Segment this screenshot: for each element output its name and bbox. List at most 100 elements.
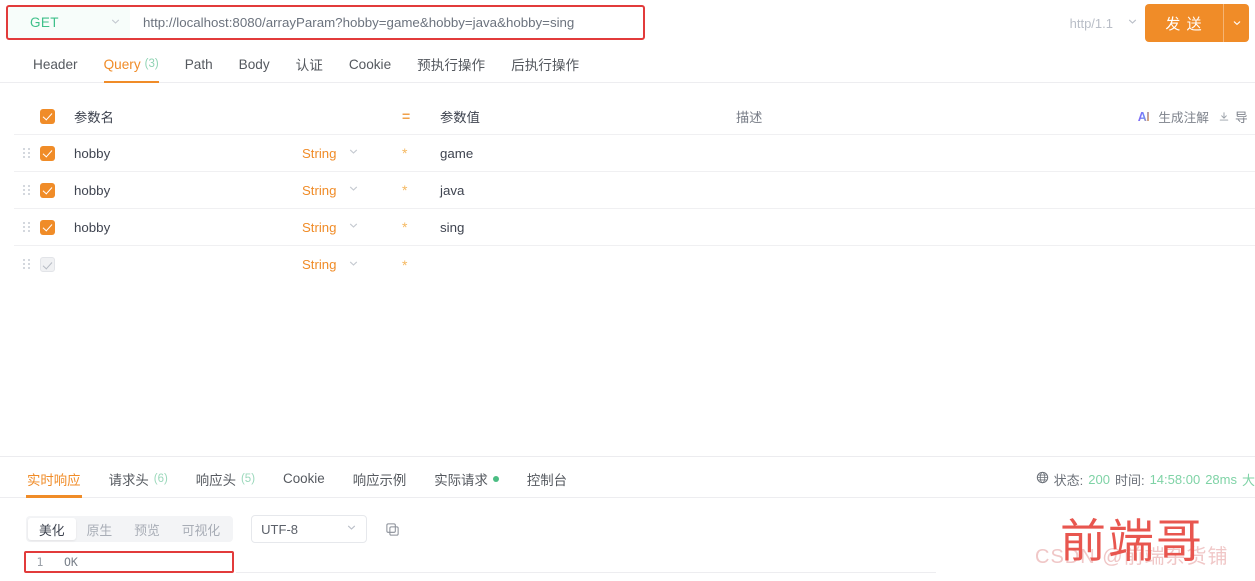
column-header-name: 参数名	[74, 109, 114, 125]
copy-icon[interactable]	[385, 522, 400, 537]
select-all-checkbox[interactable]	[40, 108, 55, 124]
tab-header[interactable]: Header	[20, 46, 91, 83]
drag-handle[interactable]	[14, 147, 40, 159]
tab-pre-script[interactable]: 预执行操作	[404, 46, 498, 83]
row-enable-cell[interactable]	[40, 145, 72, 161]
duration-value: 28ms	[1205, 471, 1237, 487]
tab-label: 响应头	[195, 472, 236, 488]
table-header-row: 参数名 = 参数值 描述 AI 生成注解 导	[14, 98, 1255, 135]
tab-realtime-response[interactable]: 实时响应	[13, 460, 95, 498]
tab-label: 实时响应	[27, 472, 81, 488]
param-name-input[interactable]: hobby	[72, 220, 302, 235]
param-type-label: String	[302, 145, 337, 161]
encoding-label: UTF-8	[261, 521, 299, 537]
required-toggle[interactable]: *	[402, 258, 436, 272]
tab-auth[interactable]: 认证	[283, 46, 336, 83]
row-enable-checkbox[interactable]	[40, 182, 55, 198]
tab-label: Header	[33, 56, 78, 72]
equals-icon: =	[402, 108, 411, 124]
row-enable-checkbox[interactable]	[40, 257, 55, 272]
tab-path[interactable]: Path	[172, 46, 226, 83]
tab-label: 认证	[295, 58, 323, 73]
param-name-input[interactable]: hobby	[72, 146, 302, 161]
status-label: 状态:	[1053, 472, 1084, 488]
view-mode-preview[interactable]: 预览	[123, 518, 171, 540]
param-value-input[interactable]: java	[436, 183, 736, 198]
row-enable-checkbox[interactable]	[40, 145, 55, 161]
generate-annotation-button[interactable]: 生成注解	[1158, 107, 1209, 126]
table-row[interactable]: hobby String * game	[14, 135, 1255, 172]
tab-count: (3)	[144, 58, 159, 70]
tab-label: 后执行操作	[511, 58, 580, 73]
table-header-actions: AI 生成注解 导	[1138, 98, 1255, 135]
export-button[interactable]: 导	[1218, 107, 1255, 126]
row-enable-cell[interactable]	[40, 219, 72, 235]
tab-response-headers[interactable]: 响应头 (5)	[182, 460, 269, 498]
time-value: 14:58:00	[1149, 471, 1201, 487]
encoding-select[interactable]: UTF-8	[251, 515, 368, 543]
url-input[interactable]: http://localhost:8080/arrayParam?hobby=g…	[133, 7, 643, 38]
param-value-input[interactable]: game	[436, 146, 736, 161]
chevron-down-icon	[348, 146, 359, 160]
chevron-down-icon	[1127, 16, 1138, 30]
param-type-select[interactable]: String	[302, 146, 402, 161]
view-mode-beautify[interactable]: 美化	[28, 518, 76, 540]
param-type-label: String	[302, 182, 337, 198]
param-type-select[interactable]: String	[302, 220, 402, 235]
send-button[interactable]: 发 送	[1145, 4, 1249, 42]
table-row[interactable]: hobby String * sing	[14, 209, 1255, 246]
http-method-label: GET	[30, 15, 59, 30]
tab-cookie[interactable]: Cookie	[269, 460, 339, 498]
protocol-select[interactable]: http/1.1	[1070, 9, 1138, 37]
param-type-select[interactable]: String	[302, 183, 402, 198]
http-method-select[interactable]: GET	[8, 7, 130, 38]
row-enable-cell[interactable]	[40, 182, 72, 198]
status-code-value: 200	[1088, 471, 1110, 487]
view-mode-visual[interactable]: 可视化	[171, 518, 231, 540]
body-rule-right	[236, 572, 936, 573]
table-row-new[interactable]: String *	[14, 246, 1255, 283]
row-enable-cell[interactable]	[40, 257, 72, 272]
drag-handle-icon	[23, 259, 31, 270]
row-enable-checkbox[interactable]	[40, 219, 55, 235]
response-body-line[interactable]: 1 OK	[24, 551, 236, 573]
drag-handle[interactable]	[14, 221, 40, 233]
param-value-input[interactable]: sing	[436, 220, 736, 235]
chevron-down-icon	[348, 220, 359, 234]
download-icon	[1218, 111, 1230, 123]
tab-body[interactable]: Body	[226, 46, 283, 83]
export-label: 导	[1235, 111, 1248, 125]
select-all-cell[interactable]	[40, 108, 72, 124]
drag-handle-icon	[23, 147, 31, 159]
asterisk-icon: *	[402, 219, 408, 235]
api-client-window: GET http://localhost:8080/arrayParam?hob…	[0, 0, 1255, 581]
asterisk-icon: *	[402, 256, 408, 273]
asterisk-icon: *	[402, 182, 408, 198]
tab-label: 预执行操作	[417, 58, 486, 73]
tab-actual-request[interactable]: 实际请求	[420, 460, 513, 498]
required-toggle[interactable]: *	[402, 183, 436, 197]
request-bar: GET http://localhost:8080/arrayParam?hob…	[0, 0, 1255, 45]
param-type-select[interactable]: String	[302, 257, 402, 272]
required-toggle[interactable]: *	[402, 220, 436, 234]
url-text: http://localhost:8080/arrayParam?hobby=g…	[143, 15, 575, 30]
table-row[interactable]: hobby String * java	[14, 172, 1255, 209]
tab-query[interactable]: Query (3)	[91, 46, 172, 83]
send-options-caret-icon[interactable]	[1224, 4, 1249, 42]
required-toggle[interactable]: *	[402, 146, 436, 160]
tab-post-script[interactable]: 后执行操作	[498, 46, 592, 83]
drag-handle[interactable]	[14, 259, 40, 270]
generate-annotation-label: 生成注解	[1158, 111, 1209, 125]
drag-handle-icon	[23, 221, 31, 233]
tab-label: Path	[184, 56, 213, 72]
tab-cookie[interactable]: Cookie	[336, 46, 404, 83]
drag-handle-icon	[23, 184, 31, 196]
view-mode-raw[interactable]: 原生	[76, 518, 124, 540]
chevron-down-icon	[110, 16, 121, 30]
chevron-down-icon	[348, 183, 359, 197]
tab-console[interactable]: 控制台	[513, 460, 581, 498]
tab-response-example[interactable]: 响应示例	[339, 460, 421, 498]
tab-request-headers[interactable]: 请求头 (6)	[95, 460, 182, 498]
drag-handle[interactable]	[14, 184, 40, 196]
param-name-input[interactable]: hobby	[72, 183, 302, 198]
